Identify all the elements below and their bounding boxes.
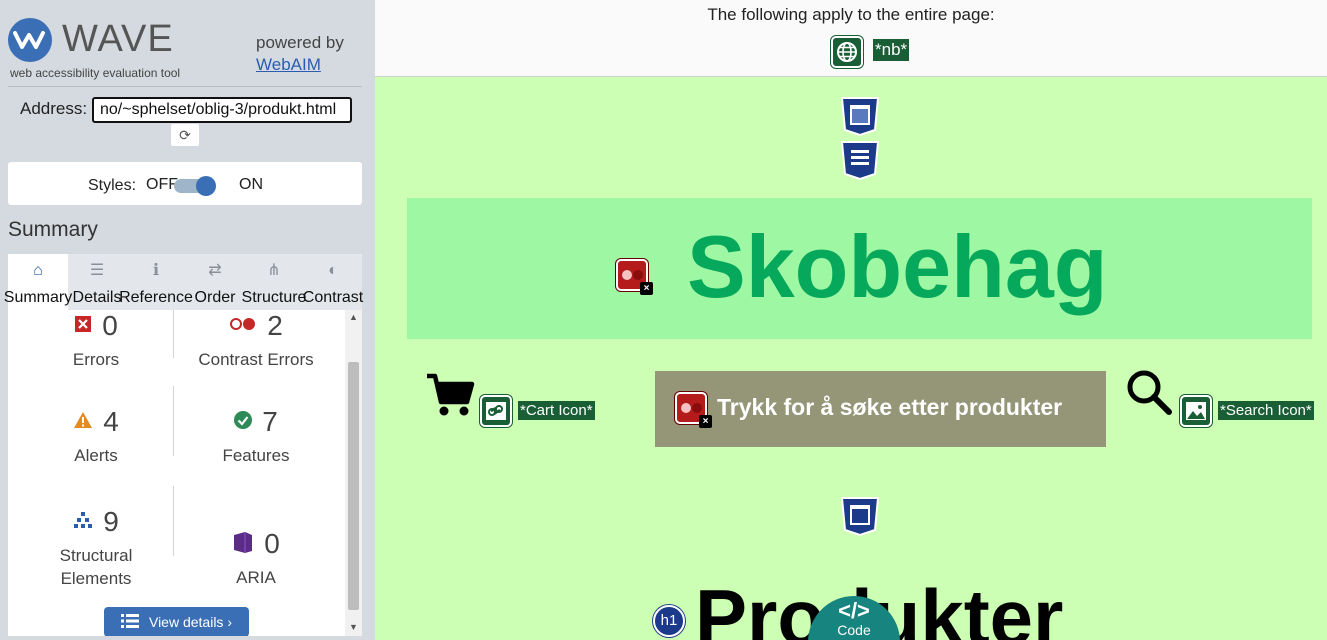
list-icon bbox=[120, 613, 139, 631]
errors-label: Errors bbox=[72, 350, 120, 369]
panel-tabs: ⌂ Summary ☰ Details ℹ Reference ⇄ Order … bbox=[4, 254, 363, 310]
wave-sidebar: WAVE web accessibility evaluation tool p… bbox=[0, 0, 375, 640]
powered-by-label: powered by bbox=[256, 33, 344, 52]
contrast-errors-summary[interactable]: 2 Contrast Errors bbox=[176, 310, 336, 371]
refresh-icon: ⟳ bbox=[179, 126, 191, 143]
wave-logo-icon bbox=[8, 18, 52, 62]
list-icon: ☰ bbox=[89, 262, 105, 279]
error-icon bbox=[74, 315, 92, 338]
alerts-label: Alerts bbox=[74, 446, 118, 465]
info-icon: ℹ bbox=[152, 262, 160, 279]
search-icon[interactable] bbox=[1125, 368, 1175, 418]
summary-title: Summary bbox=[8, 218, 98, 241]
home-icon: ⌂ bbox=[33, 262, 43, 279]
contrast-errors-label: Contrast Errors bbox=[198, 350, 314, 369]
address-input[interactable]: no/~sphelset/oblig-3/produkt.html bbox=[92, 97, 352, 123]
styles-toggle-knob[interactable] bbox=[196, 176, 216, 196]
navigation-landmark-icon[interactable] bbox=[840, 140, 880, 180]
header-landmark-icon[interactable] bbox=[840, 96, 880, 136]
site-header: Skobehag bbox=[407, 198, 1312, 339]
code-label: Code bbox=[837, 622, 871, 638]
aria-label: ARIA bbox=[236, 568, 276, 587]
contrast-errors-count: 2 bbox=[267, 310, 283, 341]
alert-icon bbox=[73, 411, 93, 434]
view-details-label: View details › bbox=[148, 614, 232, 630]
aria-count: 0 bbox=[264, 528, 280, 559]
wave-logo[interactable]: WAVE web accessibility evaluation tool bbox=[8, 14, 248, 84]
divider bbox=[8, 86, 362, 87]
search-alt-tag: *Search Icon* bbox=[1218, 401, 1314, 420]
page-level-banner: The following apply to the entire page: … bbox=[375, 0, 1327, 77]
close-badge-icon: × bbox=[640, 282, 653, 295]
aria-summary[interactable]: 0 ARIA bbox=[176, 528, 336, 589]
image-alt-icon[interactable] bbox=[1180, 395, 1212, 427]
features-count: 7 bbox=[262, 406, 278, 437]
scroll-up-arrow-icon[interactable]: ▲ bbox=[349, 312, 358, 322]
structure-icon: ⋔ bbox=[267, 262, 281, 279]
errors-count: 0 bbox=[102, 310, 118, 341]
structure-tree-icon bbox=[73, 511, 93, 534]
address-label: Address: bbox=[20, 99, 88, 118]
code-icon: </> bbox=[838, 598, 870, 623]
structural-summary[interactable]: 9 Structural Elements bbox=[16, 506, 176, 590]
styles-toggle-box: Styles: OFF ON bbox=[8, 162, 362, 205]
alerts-count: 4 bbox=[103, 406, 119, 437]
language-tag: *nb* bbox=[873, 39, 910, 61]
feature-check-icon bbox=[234, 410, 253, 434]
webaim-link[interactable]: WebAIM bbox=[256, 55, 321, 75]
linked-image-icon[interactable] bbox=[480, 395, 512, 427]
divider bbox=[173, 310, 174, 358]
errors-summary[interactable]: 0 Errors bbox=[16, 310, 176, 371]
styles-on-label: ON bbox=[239, 176, 263, 193]
structural-count: 9 bbox=[103, 506, 119, 537]
tab-label: Contrast bbox=[302, 289, 364, 306]
main-landmark-icon[interactable] bbox=[840, 496, 880, 536]
cart-alt-tag: *Cart Icon* bbox=[518, 401, 595, 420]
divider bbox=[173, 386, 174, 456]
alerts-summary[interactable]: 4 Alerts bbox=[16, 406, 176, 467]
order-icon: ⇄ bbox=[208, 262, 222, 279]
page-level-text: The following apply to the entire page: bbox=[707, 5, 995, 24]
search-button-label: Trykk for å søke etter produkter bbox=[717, 394, 1063, 420]
summary-panel: 0 Errors 2 Contrast Errors 4 Alerts 7 Fe… bbox=[8, 310, 362, 636]
language-globe-icon[interactable] bbox=[831, 36, 863, 68]
h1-badge-icon[interactable]: h1 bbox=[653, 605, 685, 637]
structural-label: Structural Elements bbox=[59, 546, 133, 588]
features-summary[interactable]: 7 Features bbox=[176, 406, 336, 467]
scroll-down-arrow-icon[interactable]: ▼ bbox=[349, 622, 358, 632]
view-details-button[interactable]: View details › bbox=[104, 607, 249, 636]
logo-text: WAVE bbox=[62, 18, 174, 60]
summary-scrollbar[interactable]: ▲ ▼ bbox=[345, 310, 362, 636]
evaluated-page: The following apply to the entire page: … bbox=[375, 0, 1327, 640]
divider bbox=[173, 486, 174, 556]
code-toggle-button[interactable]: </> Code bbox=[808, 596, 900, 640]
aria-icon bbox=[232, 531, 254, 558]
cart-icon[interactable] bbox=[425, 372, 475, 418]
logo-subtitle: web accessibility evaluation tool bbox=[10, 66, 181, 80]
scrollbar-thumb[interactable] bbox=[348, 362, 359, 610]
search-button[interactable]: Trykk for å søke etter produkter bbox=[655, 371, 1106, 447]
features-label: Features bbox=[222, 446, 290, 465]
contrast-error-icon bbox=[229, 317, 257, 336]
site-heading: Skobehag bbox=[687, 217, 1108, 316]
tab-contrast[interactable]: ◐ Contrast bbox=[303, 254, 363, 310]
styles-label: Styles: bbox=[88, 177, 137, 194]
contrast-icon: ◐ bbox=[328, 262, 338, 279]
close-badge-icon: × bbox=[699, 415, 712, 428]
refresh-button[interactable]: ⟳ bbox=[171, 124, 199, 146]
